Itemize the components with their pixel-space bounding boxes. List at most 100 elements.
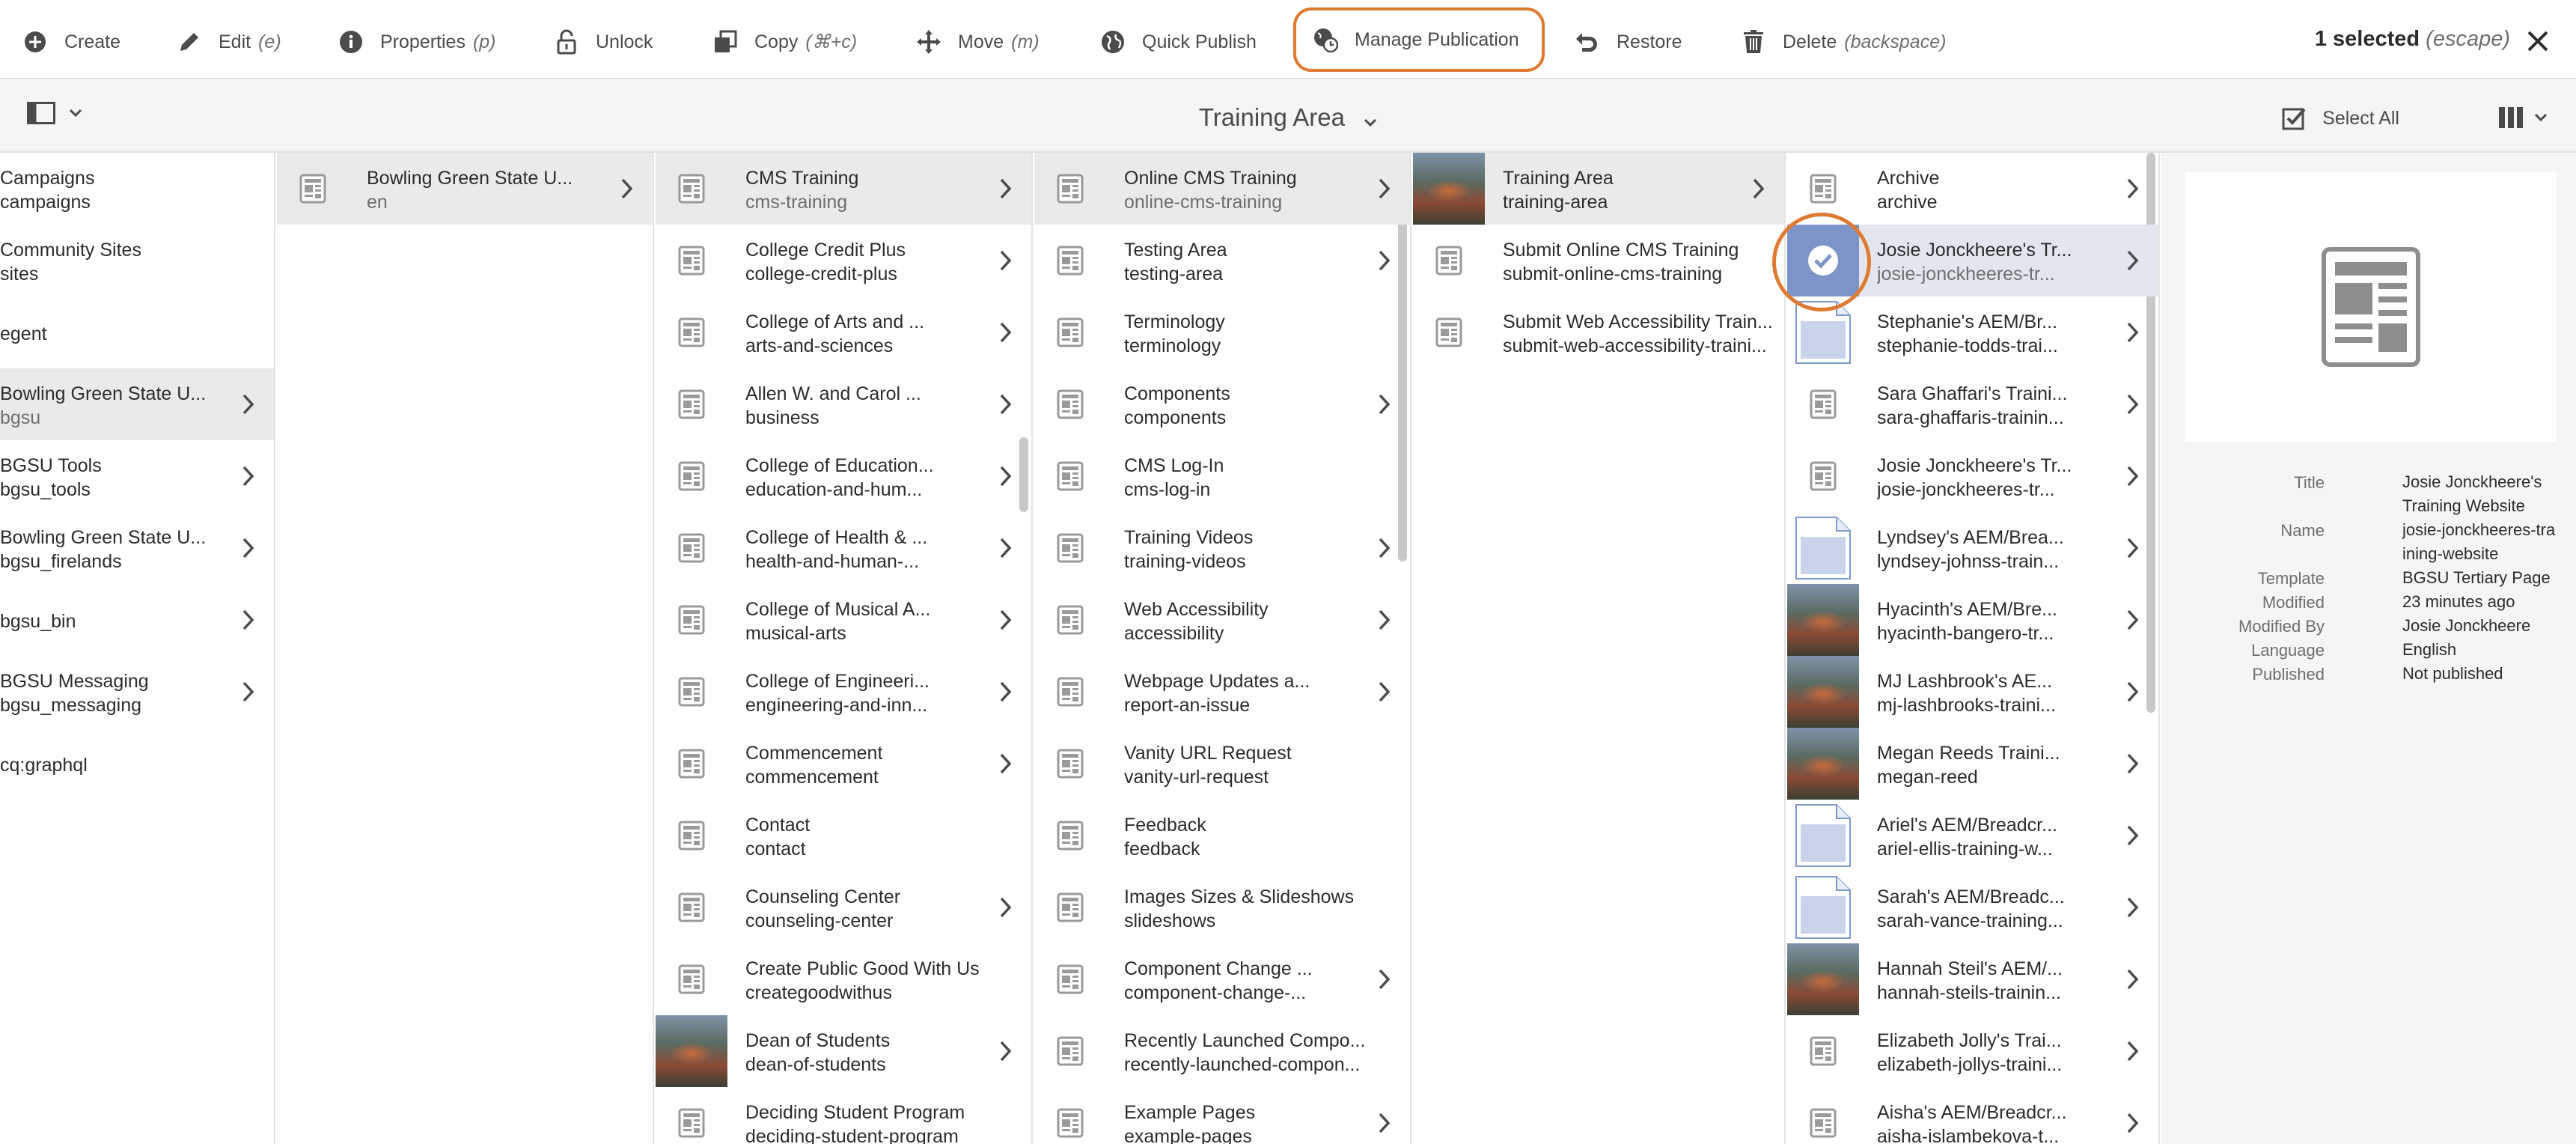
page-icon[interactable] <box>1787 153 1859 225</box>
column-item-example-pages[interactable]: Example Pages example-pages <box>1034 1087 1410 1144</box>
column-item-bgsu-firelands[interactable]: Bowling Green State U... bgsu_firelands <box>0 512 274 584</box>
column-item-sarah-vance-training[interactable]: Sarah's AEM/Breadc... sarah-vance-trainin… <box>1787 871 2158 943</box>
column-item-college-credit-plus[interactable]: College Credit Plus college-credit-plus <box>656 225 1031 296</box>
column-item-egent[interactable]: egent <box>0 296 274 368</box>
photo-thumbnail[interactable] <box>1787 656 1859 728</box>
chevron-right-icon[interactable] <box>2125 895 2140 919</box>
quick-publish-button[interactable]: Quick Publish <box>1100 13 1257 70</box>
column-item-counseling-center[interactable]: Counseling Center counseling-center <box>656 871 1031 943</box>
column-item-components[interactable]: Components components <box>1034 368 1410 440</box>
chevron-right-icon[interactable] <box>2125 1111 2140 1135</box>
column-item-archive[interactable]: Archive archive <box>1787 153 2158 225</box>
page-icon[interactable] <box>656 296 727 368</box>
column-item-contact[interactable]: Contact contact <box>656 800 1031 871</box>
chevron-right-icon[interactable] <box>998 177 1013 201</box>
chevron-right-icon[interactable] <box>241 536 256 560</box>
chevron-right-icon[interactable] <box>241 464 256 488</box>
page-icon[interactable] <box>1034 943 1106 1015</box>
column-item-campaigns[interactable]: Campaigns campaigns <box>0 153 274 225</box>
column-item-cms-training[interactable]: CMS Training cms-training <box>656 153 1031 225</box>
chevron-right-icon[interactable] <box>2125 464 2140 488</box>
chevron-right-icon[interactable] <box>1377 536 1392 560</box>
chevron-right-icon[interactable] <box>241 392 256 416</box>
column-item-cq-graphql[interactable]: cq:graphql <box>0 728 274 800</box>
document-thumbnail[interactable] <box>1787 800 1859 871</box>
chevron-right-icon[interactable] <box>620 177 635 201</box>
page-icon[interactable] <box>1034 728 1106 800</box>
page-icon[interactable] <box>656 728 727 800</box>
close-selection-icon[interactable] <box>2525 28 2551 54</box>
column-item-submit-online-cms-training[interactable]: Submit Online CMS Training submit-online-… <box>1413 225 1784 296</box>
chevron-right-icon[interactable] <box>1377 392 1392 416</box>
document-thumbnail[interactable] <box>1787 871 1859 943</box>
column-item-bgsu-bin[interactable]: bgsu_bin <box>0 584 274 656</box>
properties-button[interactable]: Properties (p) <box>338 13 496 70</box>
column-item-hannah-steils-trainin[interactable]: Hannah Steil's AEM/... hannah-steils-trai… <box>1787 943 2158 1015</box>
chevron-right-icon[interactable] <box>998 536 1013 560</box>
column-item-training-videos[interactable]: Training Videos training-videos <box>1034 512 1410 584</box>
chevron-right-icon[interactable] <box>2125 320 2140 344</box>
column-item-testing-area[interactable]: Testing Area testing-area <box>1034 225 1410 296</box>
column-item-hyacinth-bangero-tr[interactable]: Hyacinth's AEM/Bre... hyacinth-bangero-tr… <box>1787 584 2158 656</box>
column-item-cms-log-in[interactable]: CMS Log-In cms-log-in <box>1034 440 1410 512</box>
column-item-accessibility[interactable]: Web Accessibility accessibility <box>1034 584 1410 656</box>
column-item-vanity-url-request[interactable]: Vanity URL Request vanity-url-request <box>1034 728 1410 800</box>
photo-thumbnail[interactable] <box>656 1015 727 1087</box>
column-item-report-an-issue[interactable]: Webpage Updates a... report-an-issue <box>1034 656 1410 728</box>
chevron-right-icon[interactable] <box>1377 608 1392 632</box>
column-item-aisha-islambekova-t[interactable]: Aisha's AEM/Breadcr... aisha-islambekova-… <box>1787 1087 2158 1144</box>
column-item-mj-lashbrooks-traini[interactable]: MJ Lashbrook's AE... mj-lashbrooks-traini… <box>1787 656 2158 728</box>
page-icon[interactable] <box>656 153 727 225</box>
page-icon[interactable] <box>1034 512 1106 584</box>
chevron-right-icon[interactable] <box>998 895 1013 919</box>
page-icon[interactable] <box>656 584 727 656</box>
chevron-right-icon[interactable] <box>241 608 256 632</box>
page-title[interactable]: Training Area <box>0 103 2576 133</box>
page-icon[interactable] <box>1034 368 1106 440</box>
page-icon[interactable] <box>1413 225 1485 296</box>
chevron-right-icon[interactable] <box>1377 680 1392 704</box>
page-icon[interactable] <box>1034 153 1106 225</box>
page-icon[interactable] <box>1034 800 1106 871</box>
chevron-right-icon[interactable] <box>998 392 1013 416</box>
page-icon[interactable] <box>1034 1015 1106 1087</box>
page-icon[interactable] <box>656 225 727 296</box>
checkmark-icon[interactable] <box>1787 225 1859 296</box>
chevron-right-icon[interactable] <box>2125 608 2140 632</box>
chevron-right-icon[interactable] <box>1377 249 1392 273</box>
document-thumbnail[interactable] <box>1787 512 1859 584</box>
edit-button[interactable]: Edit (e) <box>177 13 281 70</box>
column-item-component-change[interactable]: Component Change ... component-change-... <box>1034 943 1410 1015</box>
page-icon[interactable] <box>1034 1087 1106 1144</box>
column-item-arts-and-sciences[interactable]: College of Arts and ... arts-and-sciences <box>656 296 1031 368</box>
column-item-terminology[interactable]: Terminology terminology <box>1034 296 1410 368</box>
column-item-feedback[interactable]: Feedback feedback <box>1034 800 1410 871</box>
page-icon[interactable] <box>656 368 727 440</box>
create-button[interactable]: Create <box>22 13 120 70</box>
chevron-right-icon[interactable] <box>998 320 1013 344</box>
chevron-right-icon[interactable] <box>2125 249 2140 273</box>
page-icon[interactable] <box>1787 440 1859 512</box>
page-icon[interactable] <box>1034 656 1106 728</box>
restore-button[interactable]: Restore <box>1575 13 1682 70</box>
chevron-right-icon[interactable] <box>998 608 1013 632</box>
column-item-josie-jonckheeres-tr[interactable]: Josie Jonckheere's Tr... josie-jonckheere… <box>1787 225 2158 296</box>
page-icon[interactable] <box>1034 225 1106 296</box>
column-item-musical-arts[interactable]: College of Musical A... musical-arts <box>656 584 1031 656</box>
page-icon[interactable] <box>656 440 727 512</box>
column-item-health-and-human[interactable]: College of Health & ... health-and-human-… <box>656 512 1031 584</box>
chevron-right-icon[interactable] <box>1377 177 1392 201</box>
column-item-creategoodwithus[interactable]: Create Public Good With Us creategoodwith… <box>656 943 1031 1015</box>
column-item-deciding-student-program[interactable]: Deciding Student Program deciding-student… <box>656 1087 1031 1144</box>
column-item-education-and-hum[interactable]: College of Education... education-and-hum… <box>656 440 1031 512</box>
page-icon[interactable] <box>1787 1087 1859 1144</box>
chevron-right-icon[interactable] <box>998 249 1013 273</box>
chevron-right-icon[interactable] <box>998 680 1013 704</box>
chevron-right-icon[interactable] <box>2125 177 2140 201</box>
view-switcher[interactable] <box>2498 106 2548 129</box>
select-all-button[interactable]: Select All <box>2282 106 2399 130</box>
column-item-elizabeth-jollys-traini[interactable]: Elizabeth Jolly's Trai... elizabeth-jolly… <box>1787 1015 2158 1087</box>
page-icon[interactable] <box>1034 440 1106 512</box>
page-icon[interactable] <box>656 512 727 584</box>
chevron-right-icon[interactable] <box>998 752 1013 776</box>
